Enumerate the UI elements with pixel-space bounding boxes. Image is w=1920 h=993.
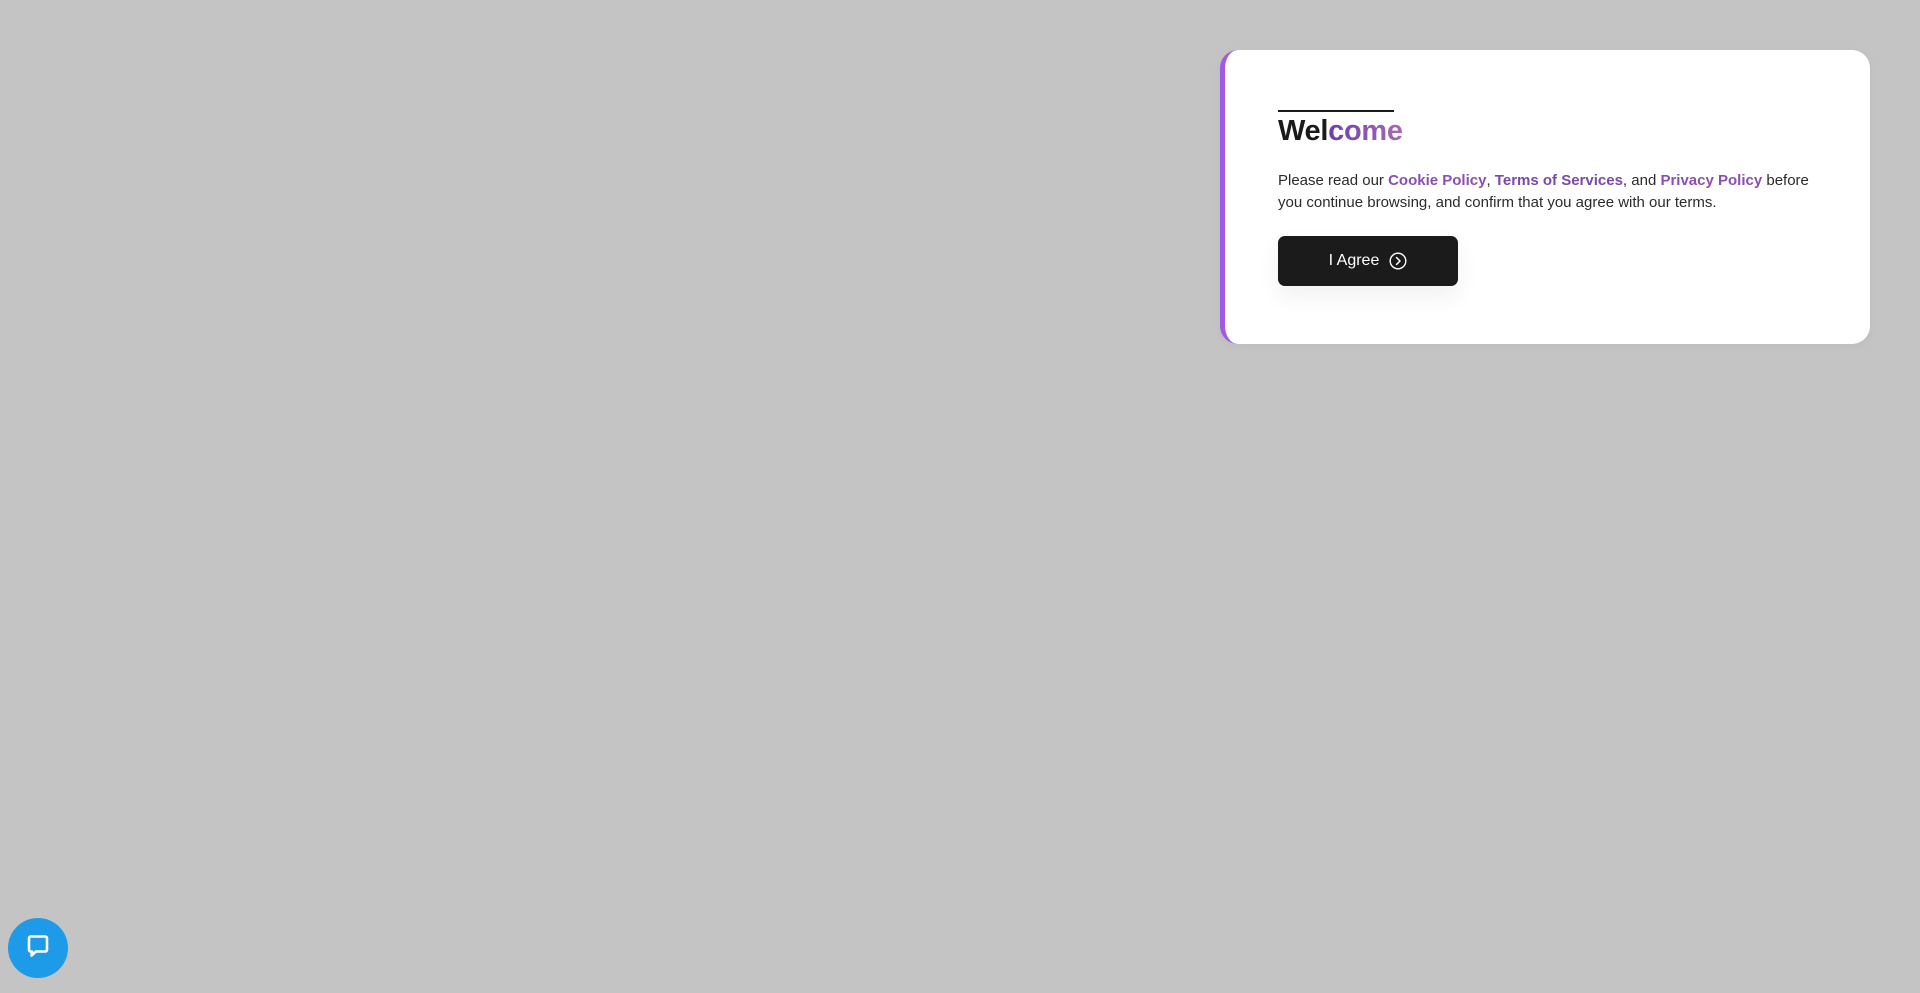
chevron-right-circle-icon [1389, 252, 1407, 270]
consent-modal: Welcome Please read our Cookie Policy, T… [1220, 50, 1870, 344]
agree-button[interactable]: I Agree [1278, 236, 1458, 286]
modal-title: Welcome [1278, 114, 1838, 148]
title-part-dark: Wel [1278, 115, 1329, 147]
cookie-policy-link[interactable]: Cookie Policy [1388, 172, 1486, 189]
consent-modal-content: Welcome Please read our Cookie Policy, T… [1278, 110, 1838, 286]
message-intro: Please read our [1278, 172, 1389, 189]
title-divider [1278, 110, 1394, 112]
consent-message: Please read our Cookie Policy, Terms of … [1278, 170, 1823, 214]
message-separator-2: , and [1622, 172, 1661, 189]
chat-launcher-button[interactable] [8, 918, 68, 978]
title-part-accent: come [1328, 115, 1403, 147]
chat-bubble-icon [22, 930, 54, 967]
privacy-policy-link[interactable]: Privacy Policy [1660, 172, 1762, 189]
terms-of-services-link[interactable]: Terms of Services [1495, 172, 1623, 189]
agree-button-label: I Agree [1328, 252, 1380, 269]
message-separator-1: , [1486, 172, 1495, 189]
